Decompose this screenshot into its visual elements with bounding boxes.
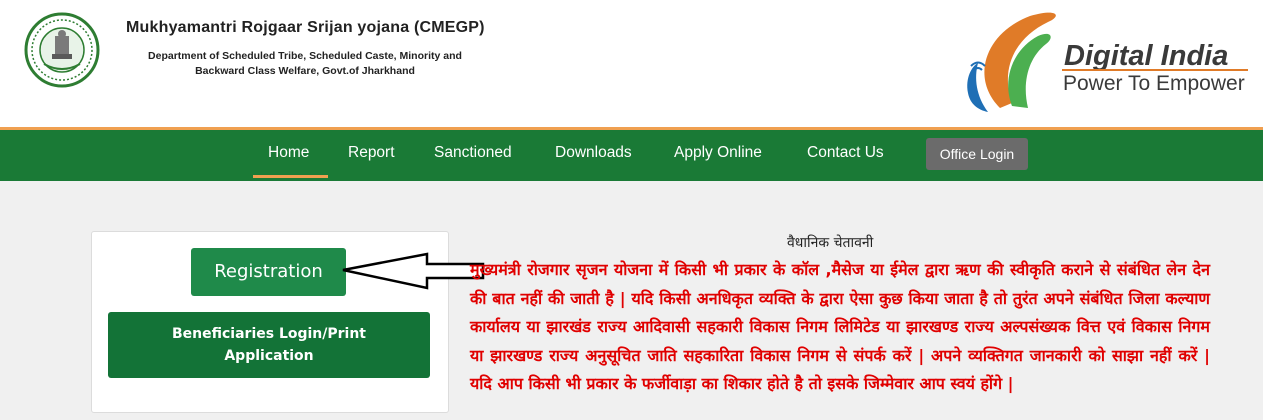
nav-contact-us[interactable]: Contact Us xyxy=(807,144,884,162)
nav-sanctioned[interactable]: Sanctioned xyxy=(434,144,512,162)
nav-active-indicator xyxy=(253,175,328,178)
main-nav: Home Report Sanctioned Downloads Apply O… xyxy=(0,130,1263,181)
beneficiaries-login-button[interactable]: Beneficiaries Login/Print Application xyxy=(108,312,430,378)
department-name: Department of Scheduled Tribe, Scheduled… xyxy=(130,49,480,79)
registration-button[interactable]: Registration xyxy=(191,248,346,296)
office-login-button[interactable]: Office Login xyxy=(926,138,1028,170)
department-line-1: Department of Scheduled Tribe, Scheduled… xyxy=(148,50,462,62)
digital-india-tagline: Power To Empower xyxy=(1063,72,1245,95)
nav-home[interactable]: Home xyxy=(268,144,309,162)
notice-heading: वैधानिक चेतावनी xyxy=(787,235,874,251)
department-line-2: Backward Class Welfare, Govt.of Jharkhan… xyxy=(195,65,415,77)
arrow-left-icon xyxy=(342,252,485,290)
nav-downloads[interactable]: Downloads xyxy=(555,144,632,162)
page-title: Mukhyamantri Rojgaar Srijan yojana (CMEG… xyxy=(126,19,485,36)
nav-apply-online[interactable]: Apply Online xyxy=(674,144,762,162)
site-header: Mukhyamantri Rojgaar Srijan yojana (CMEG… xyxy=(0,0,1263,127)
logo-divider xyxy=(1062,69,1248,71)
nav-report[interactable]: Report xyxy=(348,144,395,162)
notice-body: मुख्यमंत्री रोजगार सृजन योजना में किसी भ… xyxy=(470,260,1210,393)
jharkhand-emblem-icon xyxy=(24,12,100,88)
